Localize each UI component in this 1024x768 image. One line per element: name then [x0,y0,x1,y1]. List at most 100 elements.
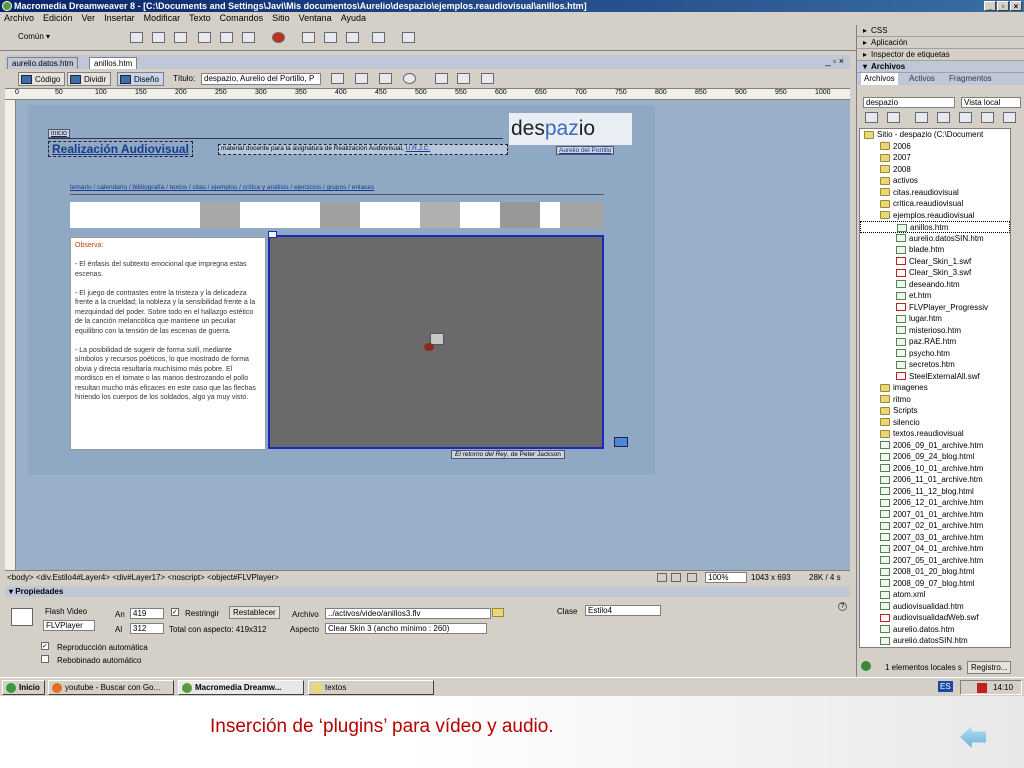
tree-file[interactable]: 2008_09_07_blog.html [860,578,1010,590]
zoom-tool-icon[interactable] [687,573,697,582]
tree-folder[interactable]: 2007 [860,152,1010,164]
tree-file[interactable]: 2007_03_01_archive.htm [860,532,1010,544]
media-icon[interactable] [272,32,285,43]
menu-comandos[interactable]: Comandos [220,12,264,25]
tree-folder[interactable]: activos [860,175,1010,187]
tree-file[interactable]: Clear_Skin_3.swf [860,267,1010,279]
tree-file[interactable]: audiovisualidad.htm [860,601,1010,613]
tree-folder[interactable]: ritmo [860,394,1010,406]
tree-file[interactable]: FLVPlayer_Progressiv [860,302,1010,314]
tree-file[interactable]: secretos.htm [860,359,1010,371]
visual-aids-icon[interactable] [481,73,494,84]
tree-folder[interactable]: Sitio - despazio (C:\Document [860,129,1010,141]
tree-file[interactable]: anillos.htm [860,221,1010,233]
get-file-icon[interactable] [915,112,928,123]
tree-file[interactable]: aurelio.datosSIN.htm [860,635,1010,647]
tree-folder[interactable]: ejemplos.reaudiovisual [860,210,1010,222]
tree-folder[interactable]: silencio [860,417,1010,429]
design-view-button[interactable]: Diseño [117,72,164,86]
hand-tool-icon[interactable] [671,573,681,582]
tree-file[interactable]: Clear_Skin_1.swf [860,256,1010,268]
expand-icon[interactable] [1003,112,1016,123]
restrict-checkbox[interactable]: ✓ [171,608,179,616]
tree-file[interactable]: aurelio.datosSIN.htm [860,233,1010,245]
menu-archivo[interactable]: Archivo [4,12,34,25]
refresh-icon[interactable] [435,73,448,84]
refresh-icon[interactable] [887,112,900,123]
panel-tag-inspector[interactable]: Inspector de etiquetas [857,49,1024,61]
layer-anchor-icon[interactable] [268,231,277,238]
width-input[interactable]: 419 [130,608,164,619]
autoplay-checkbox[interactable]: ✓ [41,642,49,650]
tab-aurelio-datos[interactable]: aurelio.datos.htm [7,57,79,69]
taskbar-textos[interactable]: textos [308,680,434,695]
server-include-icon[interactable] [324,32,337,43]
code-view-button[interactable]: Código [18,72,66,86]
comment-icon[interactable] [346,32,359,43]
help-icon[interactable]: ? [838,602,847,611]
class-select[interactable]: Estilo4 [585,605,661,616]
window-size[interactable]: 1043 x 693 [751,571,791,584]
author-link[interactable]: Aurelio del Portillo [556,146,615,155]
browser-check-icon[interactable] [331,73,344,84]
tree-file[interactable]: 2007_02_01_archive.htm [860,520,1010,532]
urjc-link[interactable]: U.R.J.C. [406,145,431,152]
menu-ver[interactable]: Ver [82,12,96,25]
layer-icon[interactable] [220,32,233,43]
tree-file[interactable]: misterioso.htm [860,325,1010,337]
properties-header[interactable]: ▾ Propiedades [5,586,850,597]
tree-file[interactable]: SteelExternalAll.swf [860,371,1010,383]
file-tree[interactable]: Sitio - despazio (C:\Document 2006 2007 200… [859,128,1011,648]
tag-selector[interactable]: <body> <div.Estilo4#Layer4> <div#Layer17… [7,571,279,584]
view-options-icon[interactable] [457,73,470,84]
put-file-icon[interactable] [937,112,950,123]
language-indicator[interactable]: ES [938,681,953,692]
tree-file[interactable]: aurelio.datos.htm [860,624,1010,636]
tree-file[interactable]: 2006_11_12_blog.html [860,486,1010,498]
check-in-icon[interactable] [981,112,994,123]
taskbar-dreamweaver[interactable]: Macromedia Dreamw... [178,680,304,695]
tree-file[interactable]: 2007_05_01_archive.htm [860,555,1010,567]
tree-file[interactable]: atom.xml [860,589,1010,601]
panel-css[interactable]: CSS [857,25,1024,37]
tree-folder[interactable]: critica.reaudiovisual [860,198,1010,210]
page-title-input[interactable]: despazio, Aurelio del Portillo, P [201,73,321,85]
autorewind-checkbox[interactable] [41,655,49,663]
date-icon[interactable] [302,32,315,43]
table-icon[interactable] [198,32,211,43]
file-transfer-icon[interactable] [379,73,392,84]
menu-insertar[interactable]: Insertar [104,12,135,25]
taskbar-firefox[interactable]: youtube - Buscar con Go... [48,680,174,695]
tree-file[interactable]: lugar.htm [860,313,1010,325]
preview-globe-icon[interactable] [403,73,416,84]
tab-anillos[interactable]: anillos.htm [89,57,138,69]
tree-file[interactable]: 2007_01_01_archive.htm [860,509,1010,521]
tree-file[interactable]: paz.RAE.htm [860,336,1010,348]
tree-file[interactable]: blade.htm [860,244,1010,256]
tree-folder[interactable]: citas.reaudiovisual [860,187,1010,199]
zoom-select[interactable]: 100% [705,572,747,583]
tree-file[interactable]: 2006_12_01_archive.htm [860,497,1010,509]
tree-file[interactable]: psycho.htm [860,348,1010,360]
panel-application[interactable]: Aplicación [857,37,1024,49]
height-input[interactable]: 312 [130,623,164,634]
tree-folder[interactable]: imagenes [860,382,1010,394]
nav-links[interactable]: temario / calendario / bibliografía / te… [70,184,604,195]
select-tool-icon[interactable] [657,573,667,582]
site-select[interactable]: despazio [863,97,955,108]
anchor-icon[interactable] [174,32,187,43]
object-name-input[interactable]: FLVPlayer [43,620,95,631]
back-arrow-icon[interactable] [614,437,628,447]
menu-modificar[interactable]: Modificar [144,12,181,25]
tree-folder[interactable]: 2006 [860,141,1010,153]
tab-archivos[interactable]: Archivos [861,73,898,85]
tree-folder[interactable]: 2008 [860,164,1010,176]
tree-folder[interactable]: textos.reaudiovisual [860,428,1010,440]
menu-sitio[interactable]: Sitio [272,12,290,25]
tree-file[interactable]: deseando.htm [860,279,1010,291]
start-button[interactable]: Inicio [2,680,45,695]
tree-file[interactable]: 2007_04_01_archive.htm [860,543,1010,555]
registro-button[interactable]: Registro... [967,661,1012,674]
maximize-button[interactable]: ▫ [997,1,1009,11]
doc-window-controls[interactable]: _ ▫ × [826,56,844,66]
